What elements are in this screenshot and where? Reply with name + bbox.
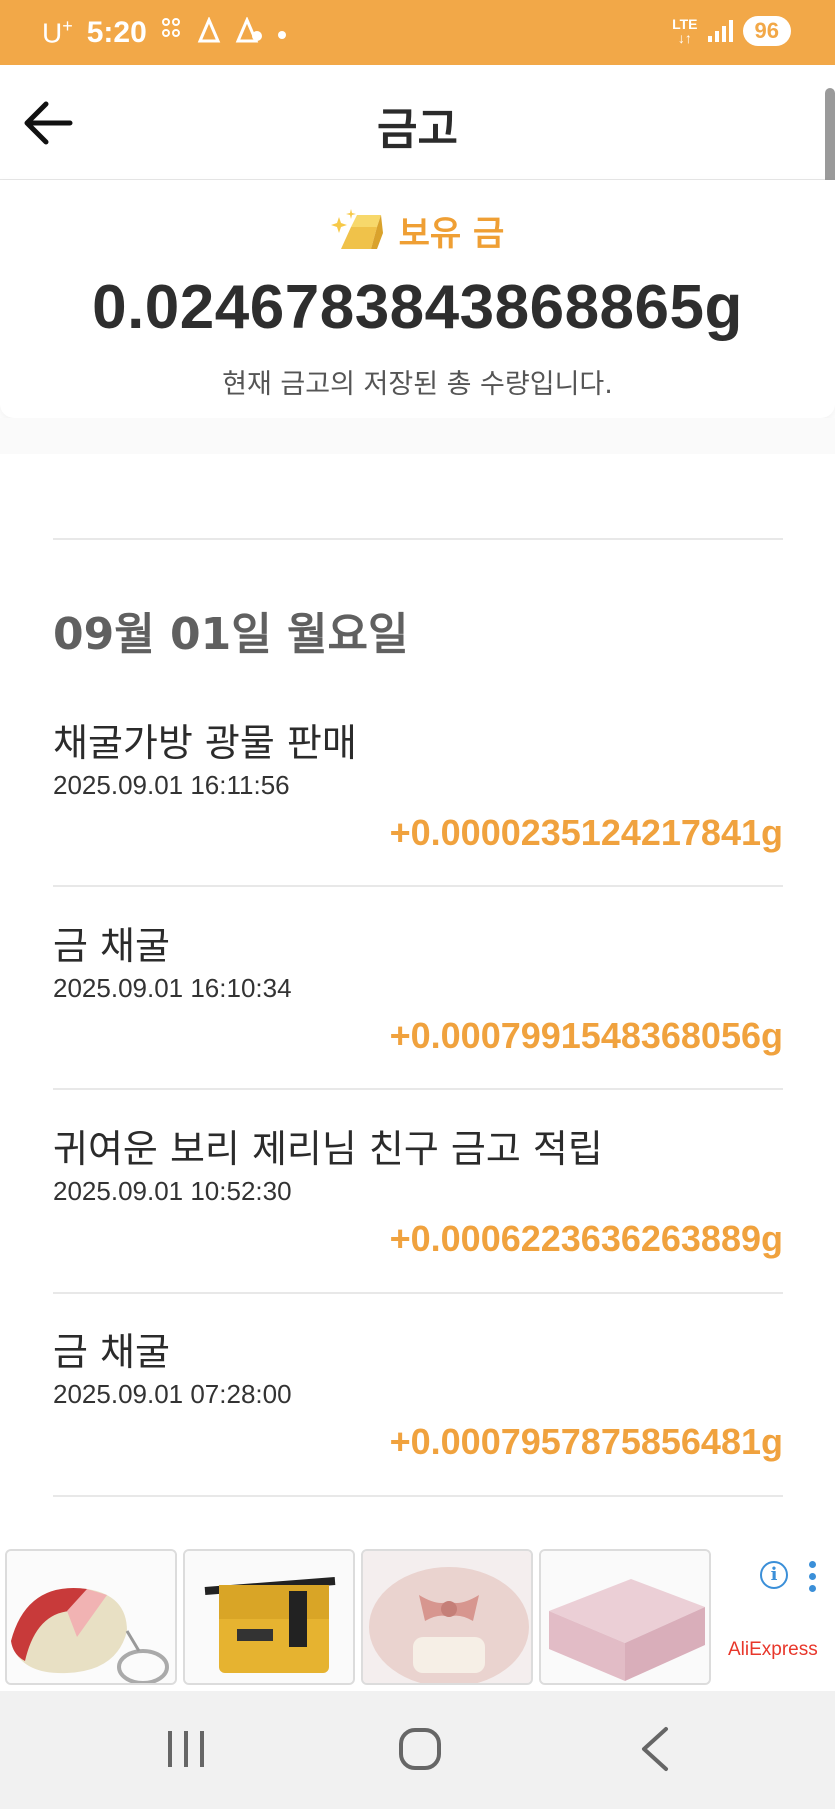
transaction-amount: +0.0006223636263889g [389,1218,783,1259]
app-notification-icon [197,16,221,49]
transaction-amount: +0.0007957875856481g [389,1421,783,1462]
home-icon [399,1728,441,1770]
lte-label: LTE [672,16,698,32]
status-left: U+ 5:20 [42,16,287,50]
signal-strength-icon [707,20,733,42]
status-bar: U+ 5:20 LTE ↓↑ 96 [0,0,835,65]
ad-brand-label[interactable]: AliExpress [728,1639,818,1661]
ad-banner[interactable]: i AliExpress [0,1543,835,1691]
balance-description: 현재 금고의 저장된 총 수량입니다. [222,369,613,400]
transaction-title: 금 채굴 [53,1330,170,1374]
fruit-keychain-image [7,1551,175,1683]
ad-product-image[interactable] [539,1549,711,1685]
transaction-item[interactable]: 금 채굴 2025.09.01 07:28:00 +0.000795787585… [53,1321,783,1521]
balance-label-row: 보유 금 [0,206,835,255]
balance-card: 보유 금 0.0246783843868865g 현재 금고의 저장된 총 수량… [0,180,835,418]
date-header: 09월 01일 월요일 [53,609,409,660]
battery-indicator: 96 [742,16,791,46]
transaction-item[interactable]: 금 채굴 2025.09.01 16:10:34 +0.000799154836… [53,915,783,1115]
ad-product-image[interactable] [361,1549,533,1685]
balance-label: 보유 금 [398,214,505,254]
more-notifications-dot-icon [277,20,287,46]
carrier-label: U+ [42,16,73,49]
chevron-left-icon [642,1727,668,1771]
clock: 5:20 [86,16,147,49]
transaction-title: 채굴가방 광물 판매 [53,721,357,765]
transaction-time: 2025.09.01 16:10:34 [53,973,292,1003]
transaction-amount: +0.0007991548368056g [389,1015,783,1056]
transaction-time: 2025.09.01 07:28:00 [53,1379,292,1409]
system-nav-bar [0,1691,835,1809]
ad-info-icon[interactable]: i [760,1561,788,1589]
home-button[interactable] [360,1691,480,1809]
transaction-time: 2025.09.01 10:52:30 [53,1176,292,1206]
status-right: LTE ↓↑ 96 [672,16,791,46]
lte-indicator: LTE ↓↑ [672,17,697,45]
notification-grid-icon [161,17,183,49]
ad-product-image[interactable] [183,1549,355,1685]
transaction-item[interactable]: 채굴가방 광물 판매 2025.09.01 16:11:56 +0.000023… [53,712,783,912]
pink-box-image [541,1551,709,1683]
divider [53,1495,783,1497]
ad-more-icon[interactable] [807,1561,817,1593]
app-header: 금고 [0,65,835,180]
lte-arrows: ↓↑ [677,30,692,46]
yellow-bag-image [185,1551,353,1683]
recent-apps-button[interactable] [126,1691,246,1809]
divider [53,1088,783,1090]
divider [53,538,783,540]
section-gap [0,418,835,454]
page-title: 금고 [377,104,458,155]
ad-product-image[interactable] [5,1549,177,1685]
divider [53,885,783,887]
transaction-amount: +0.0000235124217841g [389,812,783,853]
pink-pouch-image [363,1551,531,1683]
carrier-sup: + [62,16,73,37]
transaction-title: 금 채굴 [53,924,170,968]
transaction-item[interactable]: 귀여운 보리 제리님 친구 금고 적립 2025.09.01 10:52:30 … [53,1118,783,1318]
balance-value: 0.0246783843868865g [92,273,743,342]
carrier-text: U [42,17,63,49]
gold-bar-icon [330,208,383,249]
divider [53,1292,783,1294]
recent-apps-icon [168,1731,204,1767]
app-notification-icon-2 [235,16,263,49]
transaction-title: 귀여운 보리 제리님 친구 금고 적립 [53,1127,603,1171]
transaction-time: 2025.09.01 16:11:56 [53,770,290,800]
system-back-button[interactable] [594,1691,714,1809]
